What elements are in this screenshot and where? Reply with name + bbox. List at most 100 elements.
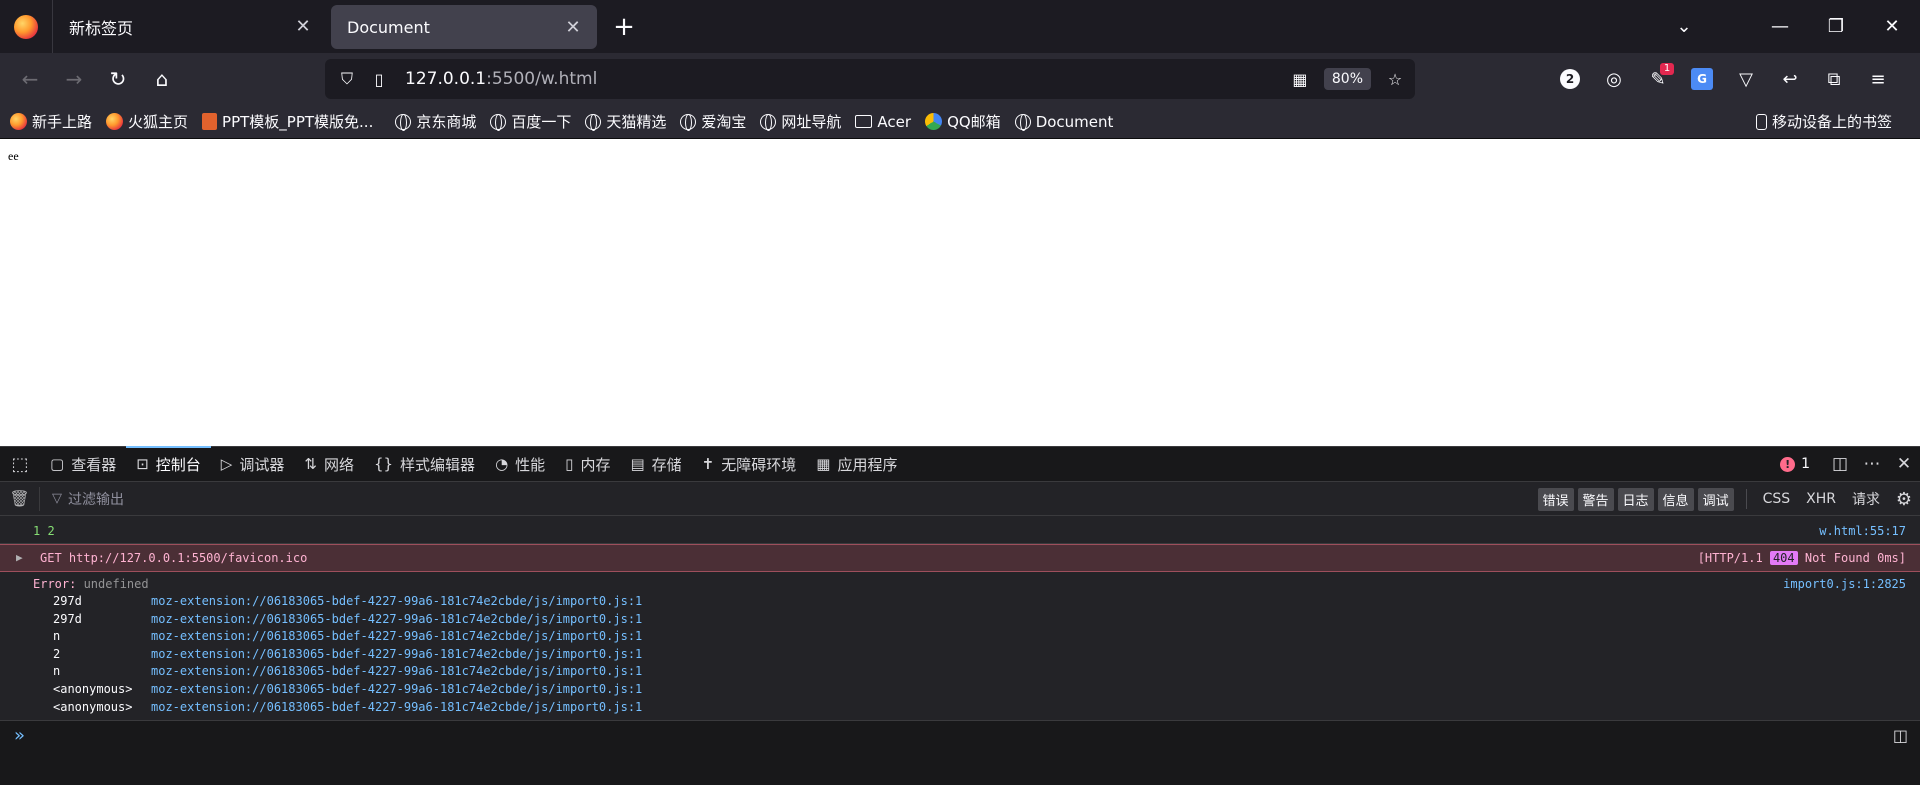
hamburger-menu-icon[interactable]: ≡: [1856, 59, 1900, 99]
frame-source-link[interactable]: moz-extension://06183065-bdef-4227-99a6-…: [151, 629, 642, 647]
filter-logs-button[interactable]: 日志: [1617, 487, 1654, 511]
undo-icon[interactable]: ↩: [1768, 59, 1812, 99]
more-options-icon[interactable]: ⋯: [1856, 454, 1888, 474]
tab-label: Document: [347, 17, 430, 37]
tab-debugger[interactable]: ▷ 调试器: [211, 447, 295, 481]
stack-frame: 297d moz-extension://06183065-bdef-4227-9…: [53, 612, 1920, 630]
frame-source-link[interactable]: moz-extension://06183065-bdef-4227-99a6-…: [151, 700, 642, 718]
forward-icon[interactable]: →: [52, 61, 96, 97]
filter-css-button[interactable]: CSS: [1755, 491, 1799, 507]
bookmark-item[interactable]: 百度一下: [490, 111, 571, 132]
zoom-level-button[interactable]: 80%: [1323, 68, 1371, 90]
stack-frame: n moz-extension://06183065-bdef-4227-99a6…: [53, 629, 1920, 647]
network-icon: ⇅: [304, 455, 317, 473]
extension-counter-icon[interactable]: 2: [1548, 59, 1592, 99]
filter-errors-button[interactable]: 错误: [1537, 487, 1574, 511]
bookmark-item[interactable]: 天猫精选: [585, 111, 666, 132]
shield-icon[interactable]: ⛉: [331, 69, 363, 89]
firefox-icon: [106, 113, 124, 130]
bookmark-item[interactable]: 火狐主页: [106, 111, 188, 132]
extension-pen-icon[interactable]: ✎ 1: [1636, 59, 1680, 99]
expand-triangle-icon[interactable]: ▶: [16, 551, 23, 564]
bookmark-label: 新手上路: [32, 113, 93, 131]
back-icon[interactable]: ←: [8, 61, 52, 97]
tab-accessibility[interactable]: ✝ 无障碍环境: [692, 447, 807, 481]
restore-icon[interactable]: ❐: [1808, 0, 1864, 53]
bookmark-label: QQ邮箱: [947, 113, 1001, 131]
bookmark-item[interactable]: 网址导航: [760, 111, 841, 132]
extension-glasses-icon[interactable]: ◎: [1592, 59, 1636, 99]
console-input[interactable]: » ◫: [0, 720, 1920, 785]
close-tab-icon[interactable]: ✕: [563, 17, 583, 38]
accessibility-icon: ✝: [701, 455, 715, 473]
tab-application[interactable]: ▦ 应用程序: [806, 447, 907, 481]
request-status: [HTTP/1.1 404 Not Found 0ms]: [1698, 551, 1906, 565]
dock-side-icon[interactable]: ◫: [1824, 454, 1856, 474]
minimize-icon[interactable]: —: [1752, 0, 1808, 53]
qr-code-icon[interactable]: ▦: [1284, 70, 1316, 89]
frame-source-link[interactable]: moz-extension://06183065-bdef-4227-99a6-…: [151, 594, 642, 612]
close-window-icon[interactable]: ✕: [1864, 0, 1920, 53]
error-message: Error: undefined import0.js:1:2825: [0, 572, 1920, 594]
bookmark-star-icon[interactable]: ☆: [1379, 70, 1411, 89]
filter-debug-button[interactable]: 调试: [1697, 487, 1734, 511]
tab-document[interactable]: Document ✕: [331, 5, 597, 49]
new-tab-button[interactable]: +: [601, 0, 647, 53]
tab-network[interactable]: ⇅ 网络: [294, 447, 364, 481]
filter-xhr-button[interactable]: XHR: [1798, 491, 1844, 507]
stack-frame: <anonymous> moz-extension://06183065-bdef…: [53, 700, 1920, 718]
firefox-menu-icon[interactable]: [0, 0, 52, 53]
close-devtools-icon[interactable]: ✕: [1888, 454, 1920, 474]
reload-icon[interactable]: ↻: [96, 61, 140, 97]
element-picker-icon[interactable]: ⬚: [0, 454, 40, 475]
tab-storage[interactable]: ▤ 存储: [620, 447, 691, 481]
filter-placeholder: 过滤输出: [68, 491, 124, 508]
frame-function: 2: [53, 646, 61, 661]
tab-inspector[interactable]: ▢ 查看器: [40, 447, 126, 481]
globe-icon: [585, 113, 602, 131]
google-translate-icon[interactable]: G: [1680, 59, 1724, 99]
tab-new-tab[interactable]: 新标签页 ✕: [52, 0, 327, 53]
tab-memory[interactable]: ▯ 内存: [555, 447, 620, 481]
bookmark-folder[interactable]: Acer: [855, 113, 911, 131]
bookmark-item[interactable]: Document: [1014, 113, 1113, 131]
sidebar-toggle-icon[interactable]: ◫: [1893, 726, 1908, 745]
vue-devtools-icon[interactable]: ▽: [1724, 59, 1768, 99]
source-link[interactable]: w.html:55:17: [1819, 524, 1906, 538]
gear-icon[interactable]: ⚙: [1888, 489, 1920, 510]
filter-output-input[interactable]: ▽ 过滤输出: [52, 489, 124, 509]
url-text[interactable]: 127.0.0.1:5500/w.html: [405, 69, 1284, 89]
bookmark-item[interactable]: PPT模板_PPT模版免...: [202, 111, 373, 132]
filter-requests-button[interactable]: 请求: [1844, 489, 1888, 509]
error-count-button[interactable]: ! 1: [1780, 456, 1810, 472]
filter-info-button[interactable]: 信息: [1657, 487, 1694, 511]
stack-frame: <anonymous> moz-extension://06183065-bdef…: [53, 682, 1920, 700]
close-tab-icon[interactable]: ✕: [293, 16, 313, 37]
url-bar[interactable]: ⛉ ▯ 127.0.0.1:5500/w.html ▦ 80% ☆: [325, 59, 1415, 99]
frame-source-link[interactable]: moz-extension://06183065-bdef-4227-99a6-…: [151, 612, 642, 630]
trash-icon[interactable]: 🗑: [0, 486, 40, 511]
url-path: :5500/w.html: [486, 69, 598, 89]
list-all-tabs-icon[interactable]: ⌄: [1656, 0, 1712, 53]
bookmark-item[interactable]: 爱淘宝: [680, 111, 746, 132]
bookmark-label: 网址导航: [781, 113, 842, 131]
status-code-badge: 404: [1769, 551, 1798, 565]
source-link[interactable]: import0.js:1:2825: [1783, 577, 1906, 591]
filter-warnings-button[interactable]: 警告: [1577, 487, 1614, 511]
tab-style-editor[interactable]: {} 样式编辑器: [364, 447, 485, 481]
mobile-bookmarks[interactable]: 移动设备上的书签: [1755, 111, 1892, 132]
bookmark-item[interactable]: 新手上路: [10, 111, 92, 132]
tab-performance[interactable]: ◔ 性能: [485, 447, 555, 481]
network-error-message[interactable]: ▶ GET http://127.0.0.1:5500/favicon.ico …: [0, 544, 1920, 572]
bookmark-label: 移动设备上的书签: [1771, 113, 1892, 131]
bookmark-item[interactable]: 京东商城: [395, 111, 476, 132]
page-icon[interactable]: ▯: [363, 70, 395, 89]
bookmark-item[interactable]: QQ邮箱: [925, 111, 1001, 132]
frame-source-link[interactable]: moz-extension://06183065-bdef-4227-99a6-…: [151, 664, 642, 682]
home-icon[interactable]: ⌂: [140, 61, 184, 97]
extensions-puzzle-icon[interactable]: ⧉: [1812, 59, 1856, 99]
frame-source-link[interactable]: moz-extension://06183065-bdef-4227-99a6-…: [151, 647, 642, 665]
frame-source-link[interactable]: moz-extension://06183065-bdef-4227-99a6-…: [151, 682, 642, 700]
tab-label: 性能: [515, 455, 546, 474]
tab-console[interactable]: ⊡ 控制台: [126, 446, 211, 481]
